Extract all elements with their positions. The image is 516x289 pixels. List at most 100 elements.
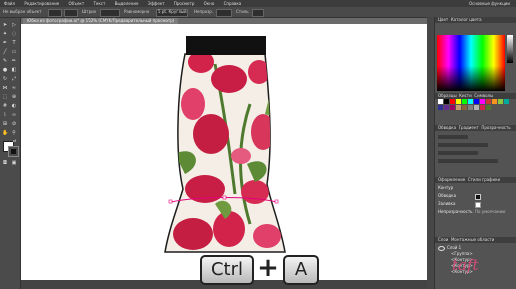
layer-row[interactable]: Слой 1 [447,245,461,250]
white-black-swatch[interactable] [507,35,513,63]
color-panel-header[interactable]: Цвет Каталог цвета [435,17,516,23]
swatch[interactable] [456,105,461,110]
stroke-weight-field[interactable] [100,9,120,17]
width-tool-icon[interactable]: ⋈ [2,85,8,91]
artboard-tool-icon[interactable]: ⊞ [2,121,8,127]
stroke-panel-header[interactable]: Обводка Градиент Прозрачность [435,125,516,131]
stroke-cap-control[interactable] [438,143,488,147]
graphic-styles-tab[interactable]: Стили графики [468,177,500,182]
screen-mode-icon[interactable]: ▣ [11,160,17,166]
stroke-swatch[interactable] [64,9,78,17]
eraser-tool-icon[interactable]: ◧ [11,67,17,73]
swatch[interactable] [504,99,509,104]
appearance-row-stroke[interactable]: Обводка [438,193,456,198]
swatch[interactable] [474,99,479,104]
swatches-tab[interactable]: Образцы [438,93,457,98]
swatch[interactable] [486,105,491,110]
appearance-row-opacity[interactable]: Непрозрачность [438,209,473,214]
zoom-tool-icon[interactable]: ⚲ [11,130,17,136]
appearance-row-path[interactable]: Контур [438,185,453,190]
swatch[interactable] [444,99,449,104]
type-tool-icon[interactable]: T [11,40,17,46]
swatch[interactable] [456,99,461,104]
anchor-point[interactable] [168,199,173,204]
rotate-tool-icon[interactable]: ↻ [2,76,8,82]
anchor-point[interactable] [274,199,279,204]
swatch[interactable] [438,105,443,110]
appearance-tab[interactable]: Оформление [438,177,465,182]
collapsed-panel-dock[interactable] [427,17,434,289]
brushes-tab[interactable]: Кисти [459,93,472,98]
appearance-row-fill[interactable]: Заливка [438,201,455,206]
swatch[interactable] [486,99,491,104]
eye-icon[interactable] [438,246,445,251]
color-guide-tab[interactable]: Каталог цвета [451,17,482,22]
artboards-tab[interactable]: Монтажные области [451,237,494,242]
appearance-stroke-swatch[interactable] [475,194,481,200]
menu-edit[interactable]: Редактирование [20,0,63,7]
waistband[interactable] [186,36,266,55]
blob-brush-tool-icon[interactable]: ● [2,67,8,73]
paintbrush-tool-icon[interactable]: ✎ [2,58,8,64]
swatch[interactable] [450,99,455,104]
appearance-fill-swatch[interactable] [475,202,481,208]
menu-select[interactable]: Выделение [111,0,143,7]
layers-tab[interactable]: Слои [438,237,448,242]
blend-tool-icon[interactable]: ∞ [11,112,17,118]
menu-view[interactable]: Просмотр [170,0,199,7]
line-tool-icon[interactable]: ╱ [2,49,8,55]
stroke-align-control[interactable] [438,159,498,163]
warp-tool-icon[interactable]: ≈ [11,85,17,91]
swatch[interactable] [438,99,443,104]
gradient-tool-icon[interactable]: ◐ [11,103,17,109]
pen-tool-icon[interactable]: ✒ [2,40,8,46]
stroke-corner-control[interactable] [438,151,478,155]
menu-help[interactable]: Справка [220,0,246,7]
swatch[interactable] [468,105,473,110]
scale-tool-icon[interactable]: ⤢ [11,76,17,82]
layers-panel-header[interactable]: Слои Монтажные области [435,237,516,243]
shape-builder-tool-icon[interactable]: ⊕ [11,94,17,100]
skirt-artwork[interactable] [155,24,295,254]
menu-window[interactable]: Окно [200,0,219,7]
swatch[interactable] [450,105,455,110]
style-picker[interactable] [252,9,264,17]
magic-wand-tool-icon[interactable]: ✦ [2,31,8,37]
selection-tool-icon[interactable]: ➤ [2,22,8,28]
appearance-panel-header[interactable]: Оформление Стили графики [435,177,516,183]
swatch[interactable] [492,99,497,104]
color-tab[interactable]: Цвет [438,17,448,22]
lasso-tool-icon[interactable]: ◌ [11,31,17,37]
swap-colors-icon[interactable]: ⇄ [13,139,18,143]
swatch[interactable] [462,105,467,110]
stroke-tab[interactable]: Обводка [438,125,456,130]
swatch[interactable] [444,105,449,110]
swatch[interactable] [462,99,467,104]
stroke-color-icon[interactable] [8,146,19,157]
menu-effect[interactable]: Эффект [144,0,169,7]
uniform-label[interactable]: Равномерно [124,8,149,16]
eyedropper-tool-icon[interactable]: ⌇ [2,112,8,118]
swatch[interactable] [480,99,485,104]
swatch[interactable] [474,105,479,110]
menu-type[interactable]: Текст [89,0,109,7]
anchor-point[interactable] [222,195,227,200]
color-spectrum[interactable] [437,35,505,91]
mesh-tool-icon[interactable]: # [2,103,8,109]
free-transform-tool-icon[interactable]: ⬚ [2,94,8,100]
pencil-tool-icon[interactable]: ✏ [11,58,17,64]
gradient-tab[interactable]: Градиент [459,125,479,130]
symbols-tab[interactable]: Символы [474,93,493,98]
hand-tool-icon[interactable]: ✋ [2,130,8,136]
rectangle-tool-icon[interactable]: ▭ [11,49,17,55]
menu-object[interactable]: Объект [65,0,89,7]
menu-file[interactable]: Файл [0,0,19,7]
transparency-tab[interactable]: Прозрачность [481,125,510,130]
slice-tool-icon[interactable]: ⊘ [11,121,17,127]
direct-selection-tool-icon[interactable]: ▷ [11,22,17,28]
swatch[interactable] [468,99,473,104]
swatch[interactable] [498,99,503,104]
opacity-field[interactable] [216,9,232,17]
stroke-weight-control[interactable] [438,135,468,139]
drawing-mode-icon[interactable]: ◘ [2,160,8,166]
